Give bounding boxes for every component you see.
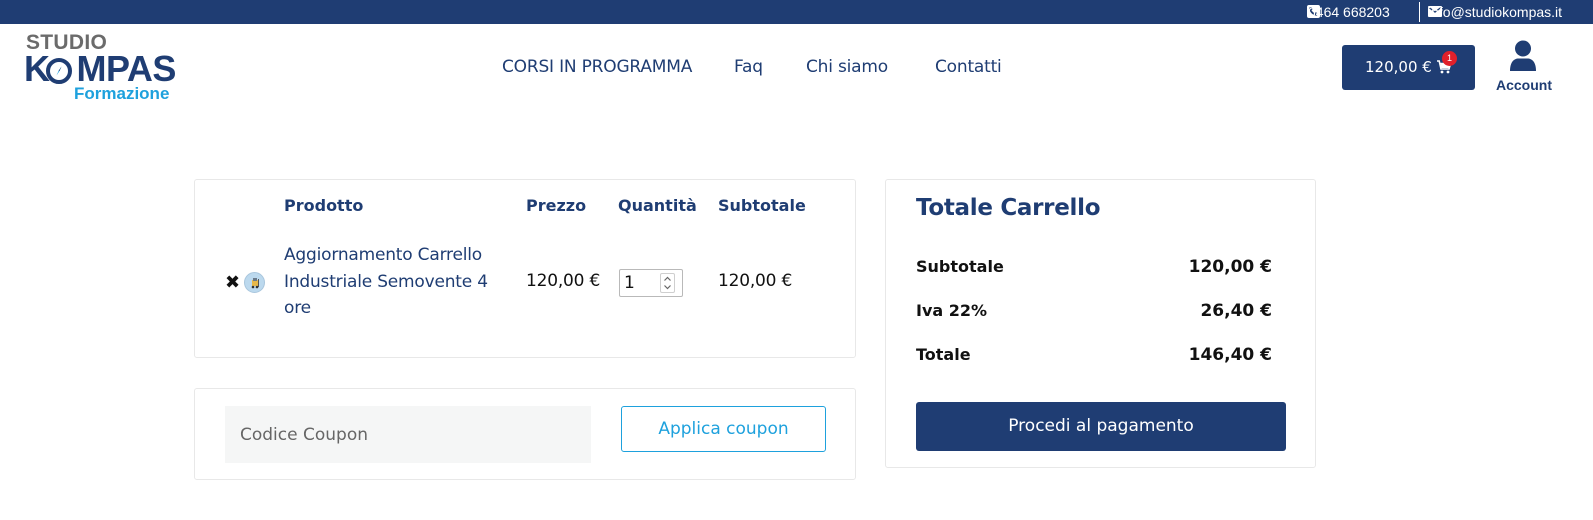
nav-item-faq[interactable]: Faq <box>734 57 763 77</box>
phone-number-text: 0464 668203 <box>1308 4 1390 20</box>
product-thumbnail[interactable] <box>244 272 265 293</box>
totals-row-value: 120,00 € <box>1188 257 1272 277</box>
header-cart-amount: 120,00 € <box>1365 58 1432 76</box>
quantity-spin-arrows[interactable] <box>660 273 675 293</box>
coupon-code-input[interactable] <box>225 406 591 463</box>
forklift-icon <box>251 278 259 289</box>
header-cart-button[interactable]: 120,00 € 1 <box>1342 45 1475 90</box>
column-header-price: Prezzo <box>526 196 587 215</box>
column-header-quantity: Quantità <box>618 196 697 215</box>
item-price: 120,00 € <box>526 271 601 291</box>
column-header-product: Prodotto <box>284 196 364 215</box>
nav-item-contatti[interactable]: Contatti <box>935 57 1002 77</box>
phone-number[interactable]: 0464 668203 <box>1308 0 1390 24</box>
quantity-stepper[interactable] <box>619 269 683 297</box>
account-link[interactable]: Account <box>1490 40 1558 96</box>
topbar-divider <box>1419 2 1420 22</box>
nav-item-corsi[interactable]: CORSI IN PROGRAMMA <box>502 57 692 77</box>
email-link[interactable]: info@studiokompas.it <box>1428 0 1562 24</box>
totals-row-label: Subtotale <box>916 257 1004 276</box>
product-name-link[interactable]: Aggiornamento Carrello Industriale Semov… <box>284 242 509 322</box>
compass-icon <box>46 58 72 84</box>
totals-row-label: Iva 22% <box>916 301 988 320</box>
totals-row-value: 26,40 € <box>1200 301 1272 321</box>
email-text: info@studiokompas.it <box>1428 4 1563 20</box>
cart-totals-title: Totale Carrello <box>916 195 1101 221</box>
nav-item-chi-siamo[interactable]: Chi siamo <box>806 57 888 77</box>
coupon-panel: Applica coupon <box>194 388 856 480</box>
user-icon <box>1510 40 1536 71</box>
top-contact-bar: 0464 668203 info@studiokompas.it <box>0 0 1593 24</box>
cart-count-badge: 1 <box>1442 51 1457 66</box>
studio-kompas-logo[interactable]: STUDIO K MPAS Formazione <box>24 31 184 106</box>
item-subtotal: 120,00 € <box>718 271 793 291</box>
totals-row-label: Totale <box>916 345 971 364</box>
apply-coupon-button[interactable]: Applica coupon <box>621 406 826 452</box>
column-header-subtotal: Subtotale <box>718 196 806 215</box>
account-label: Account <box>1496 77 1552 93</box>
quantity-input[interactable] <box>624 273 660 293</box>
logo-line-formazione: Formazione <box>74 84 170 103</box>
totals-row-value: 146,40 € <box>1188 345 1272 365</box>
proceed-to-checkout-button[interactable]: Procedi al pagamento <box>916 402 1286 451</box>
chevron-up-down-icon <box>664 276 671 290</box>
logo-mpas: MPAS <box>76 48 177 89</box>
remove-item-icon[interactable]: ✖ <box>225 272 240 293</box>
cart-table: Prodotto Prezzo Quantità Subtotale ✖ Agg… <box>194 179 856 358</box>
cart-totals-panel: Totale Carrello Subtotale 120,00 € Iva 2… <box>885 179 1316 468</box>
